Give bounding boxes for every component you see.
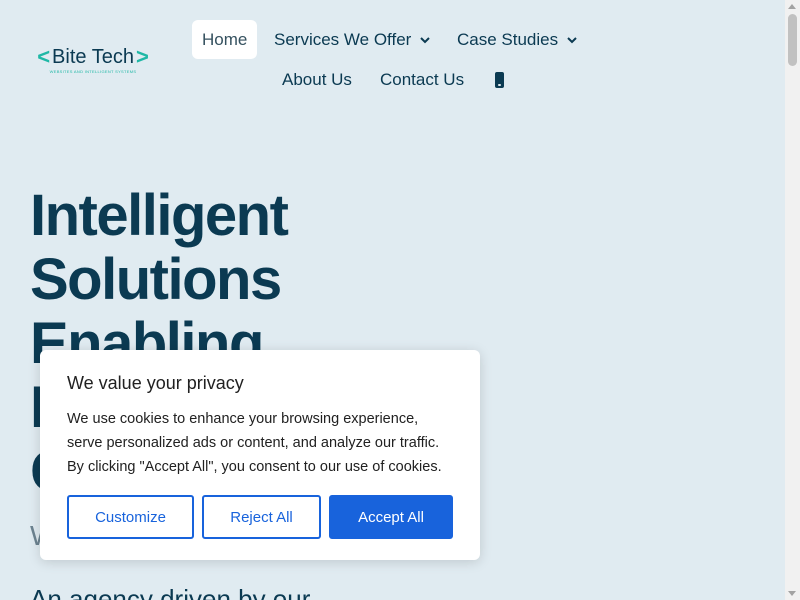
hero-title-line: Intelligent [30,183,289,248]
nav-case-studies[interactable]: Case Studies [457,20,580,59]
chevron-down-icon [420,36,431,43]
nav-case-studies-label: Case Studies [457,29,559,49]
nav-home-label: Home [202,29,248,49]
nav-contact[interactable]: Contact Us [380,60,464,99]
site-logo[interactable]: < Bite Tech > WEBSITES AND INTELLIGENT S… [33,44,153,75]
chevron-down-icon [567,36,577,43]
reject-all-button[interactable]: Reject All [202,495,321,539]
hero-title-line: Solutions [30,247,282,312]
nav-about-label: About Us [282,69,352,89]
logo-wordmark: < Bite Tech > [37,44,149,69]
scroll-down-arrow-icon[interactable] [788,591,796,596]
nav-home[interactable]: Home [192,20,258,59]
accept-all-button[interactable]: Accept All [329,495,453,539]
logo-left-bracket: < [37,44,51,69]
logo-tagline: WEBSITES AND INTELLIGENT SYSTEMS [49,69,137,74]
nav-phone[interactable] [495,60,504,99]
hero-description: An agency driven by our [30,584,311,600]
cookie-consent-dialog: We value your privacy We use cookies to … [40,350,480,560]
page-scrollbar[interactable] [785,0,800,600]
scroll-thumb[interactable] [788,14,797,66]
nav-services[interactable]: Services We Offer [274,20,433,59]
nav-about[interactable]: About Us [282,60,352,99]
logo-right-bracket: > [135,44,149,69]
nav-services-label: Services We Offer [274,29,412,49]
cookie-title: We value your privacy [67,373,244,393]
logo-name: Bite Tech [52,46,134,68]
scroll-up-arrow-icon[interactable] [788,4,796,9]
customize-button[interactable]: Customize [67,495,194,539]
nav-contact-label: Contact Us [380,69,465,89]
cookie-text: We use cookies to enhance your browsing … [67,411,442,475]
cookie-buttons: Customize Reject All Accept All [67,495,453,539]
phone-icon [495,71,504,88]
